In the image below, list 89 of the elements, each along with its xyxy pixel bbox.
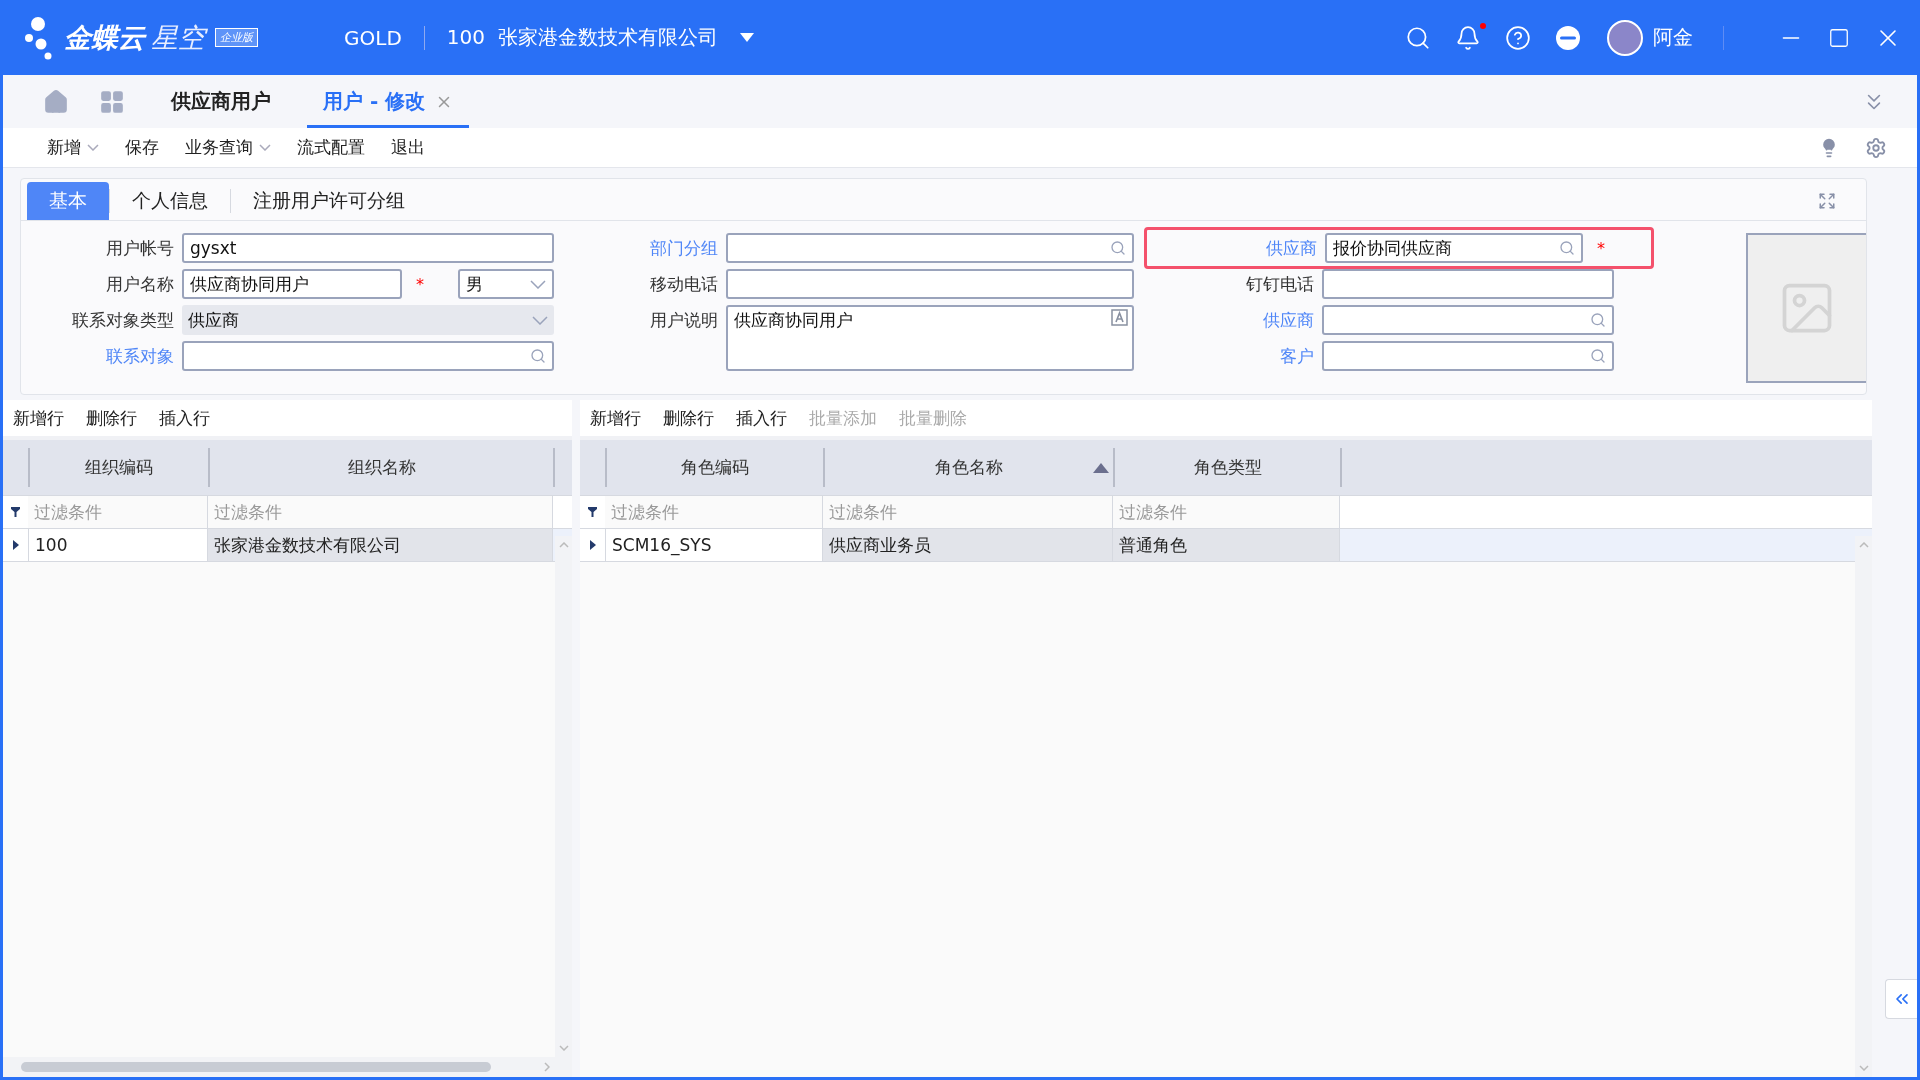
caret-down-icon[interactable] (739, 33, 754, 42)
bell-icon[interactable] (1455, 24, 1481, 51)
user-name[interactable]: 阿金 (1653, 24, 1693, 51)
toolbar-button[interactable]: 保存 (125, 134, 159, 161)
grid-action-button[interactable]: 新增行 (13, 404, 64, 432)
horizontal-scrollbar[interactable] (3, 1057, 572, 1077)
settings-icon[interactable] (1865, 136, 1887, 159)
grid-icon[interactable] (99, 88, 125, 115)
filter-input[interactable]: 过滤条件 (28, 496, 208, 528)
select-field[interactable]: 男 (458, 269, 554, 299)
scroll-right-icon[interactable] (544, 1062, 550, 1072)
edition-badge: 企业版 (215, 28, 258, 47)
text-field[interactable] (726, 269, 1134, 299)
maximize-icon[interactable] (1828, 26, 1850, 49)
search-icon[interactable] (530, 348, 546, 364)
expand-icon[interactable] (1818, 192, 1836, 210)
table-cell: 供应商业务员 (823, 529, 1113, 561)
column-header[interactable]: 角色名称 (823, 448, 1113, 487)
vertical-scrollbar[interactable] (555, 536, 572, 1057)
table-cell: 张家港金数技术有限公司 (208, 529, 553, 561)
lookup-field[interactable] (182, 341, 554, 371)
grid-action-button[interactable]: 删除行 (86, 404, 137, 432)
toolbar-button[interactable]: 业务查询 (185, 134, 271, 161)
grid-action-button[interactable]: 插入行 (736, 404, 787, 432)
field-label: 联系对象类型 (71, 308, 174, 332)
sort-ascending-icon[interactable] (1093, 462, 1109, 473)
required-mark: * (415, 274, 425, 294)
grid-action-button[interactable]: 新增行 (590, 404, 641, 432)
collapse-panel-button[interactable] (1885, 979, 1917, 1019)
search-icon[interactable] (1590, 312, 1606, 328)
scroll-up-icon[interactable] (1858, 542, 1869, 548)
user-avatar[interactable] (1607, 19, 1643, 56)
filter-input[interactable]: 过滤条件 (605, 496, 823, 528)
organization-selector[interactable]: 100 张家港金数技术有限公司 (446, 24, 718, 51)
text-field[interactable]: gysxt (182, 233, 554, 263)
page-tab[interactable]: 供应商用户 (155, 75, 287, 128)
grid-action-button[interactable]: 插入行 (159, 404, 210, 432)
column-header[interactable]: 组织名称 (208, 448, 553, 487)
text-format-icon[interactable] (1111, 309, 1128, 326)
table-cell: 100 (28, 529, 208, 561)
filter-input[interactable]: 过滤条件 (208, 496, 553, 528)
form-tab[interactable]: 注册用户许可分组 (231, 182, 427, 220)
lookup-field[interactable] (1322, 341, 1614, 371)
search-icon[interactable] (1110, 240, 1126, 256)
grid-action-button[interactable]: 删除行 (663, 404, 714, 432)
field-label: 用户帐号 (105, 236, 174, 260)
form-tab[interactable]: 个人信息 (110, 182, 230, 220)
scroll-up-icon[interactable] (558, 542, 569, 548)
text-field[interactable] (1322, 269, 1614, 299)
text-area[interactable]: 供应商协同用户 (726, 305, 1134, 371)
grid-row[interactable]: 100 张家港金数技术有限公司 (3, 529, 572, 562)
search-icon[interactable] (1590, 348, 1606, 364)
scrollbar-thumb[interactable] (21, 1062, 491, 1072)
home-icon[interactable] (43, 88, 69, 115)
table-cell: SCM16_SYS (605, 529, 823, 561)
lookup-field[interactable] (1322, 305, 1614, 335)
scroll-down-icon[interactable] (558, 1045, 569, 1051)
row-pointer-icon (589, 540, 596, 550)
field-label: 用户名称 (105, 272, 174, 296)
toolbar-button[interactable]: 流式配置 (297, 134, 365, 161)
brand-name: 金蝶云 (64, 20, 145, 55)
filter-input[interactable]: 过滤条件 (823, 496, 1113, 528)
required-mark: * (1596, 238, 1606, 258)
scroll-down-icon[interactable] (1858, 1065, 1869, 1071)
vertical-scrollbar[interactable] (1855, 536, 1872, 1077)
chevron-down-icon[interactable] (530, 279, 546, 289)
filter-icon (11, 507, 20, 517)
data-center-name[interactable]: GOLD (344, 25, 402, 50)
filter-icon (588, 507, 597, 517)
column-header[interactable]: 角色编码 (605, 448, 823, 487)
photo-placeholder[interactable] (1746, 233, 1866, 383)
more-circle-icon[interactable] (1555, 24, 1581, 51)
field-label: 用户说明 (649, 309, 718, 332)
search-icon[interactable] (1559, 240, 1575, 256)
field-label: 钉钉电话 (1245, 272, 1314, 296)
toolbar-button[interactable]: 退出 (391, 134, 425, 161)
column-header[interactable]: 角色类型 (1113, 448, 1340, 487)
help-icon[interactable] (1505, 24, 1531, 51)
column-header[interactable]: 组织编码 (28, 448, 208, 487)
filter-input[interactable]: 过滤条件 (1113, 496, 1340, 528)
toolbar-button[interactable]: 新增 (47, 134, 99, 161)
row-pointer-icon (12, 540, 19, 550)
field-label: 移动电话 (649, 272, 718, 296)
search-icon[interactable] (1405, 24, 1431, 51)
grid-row[interactable]: SCM16_SYS 供应商业务员 普通角色 (580, 529, 1872, 562)
text-field[interactable]: 供应商协同用户 (182, 269, 402, 299)
table-cell: 普通角色 (1113, 529, 1340, 561)
lookup-field[interactable]: 报价协同供应商 (1325, 233, 1583, 263)
lookup-field[interactable] (726, 233, 1134, 263)
